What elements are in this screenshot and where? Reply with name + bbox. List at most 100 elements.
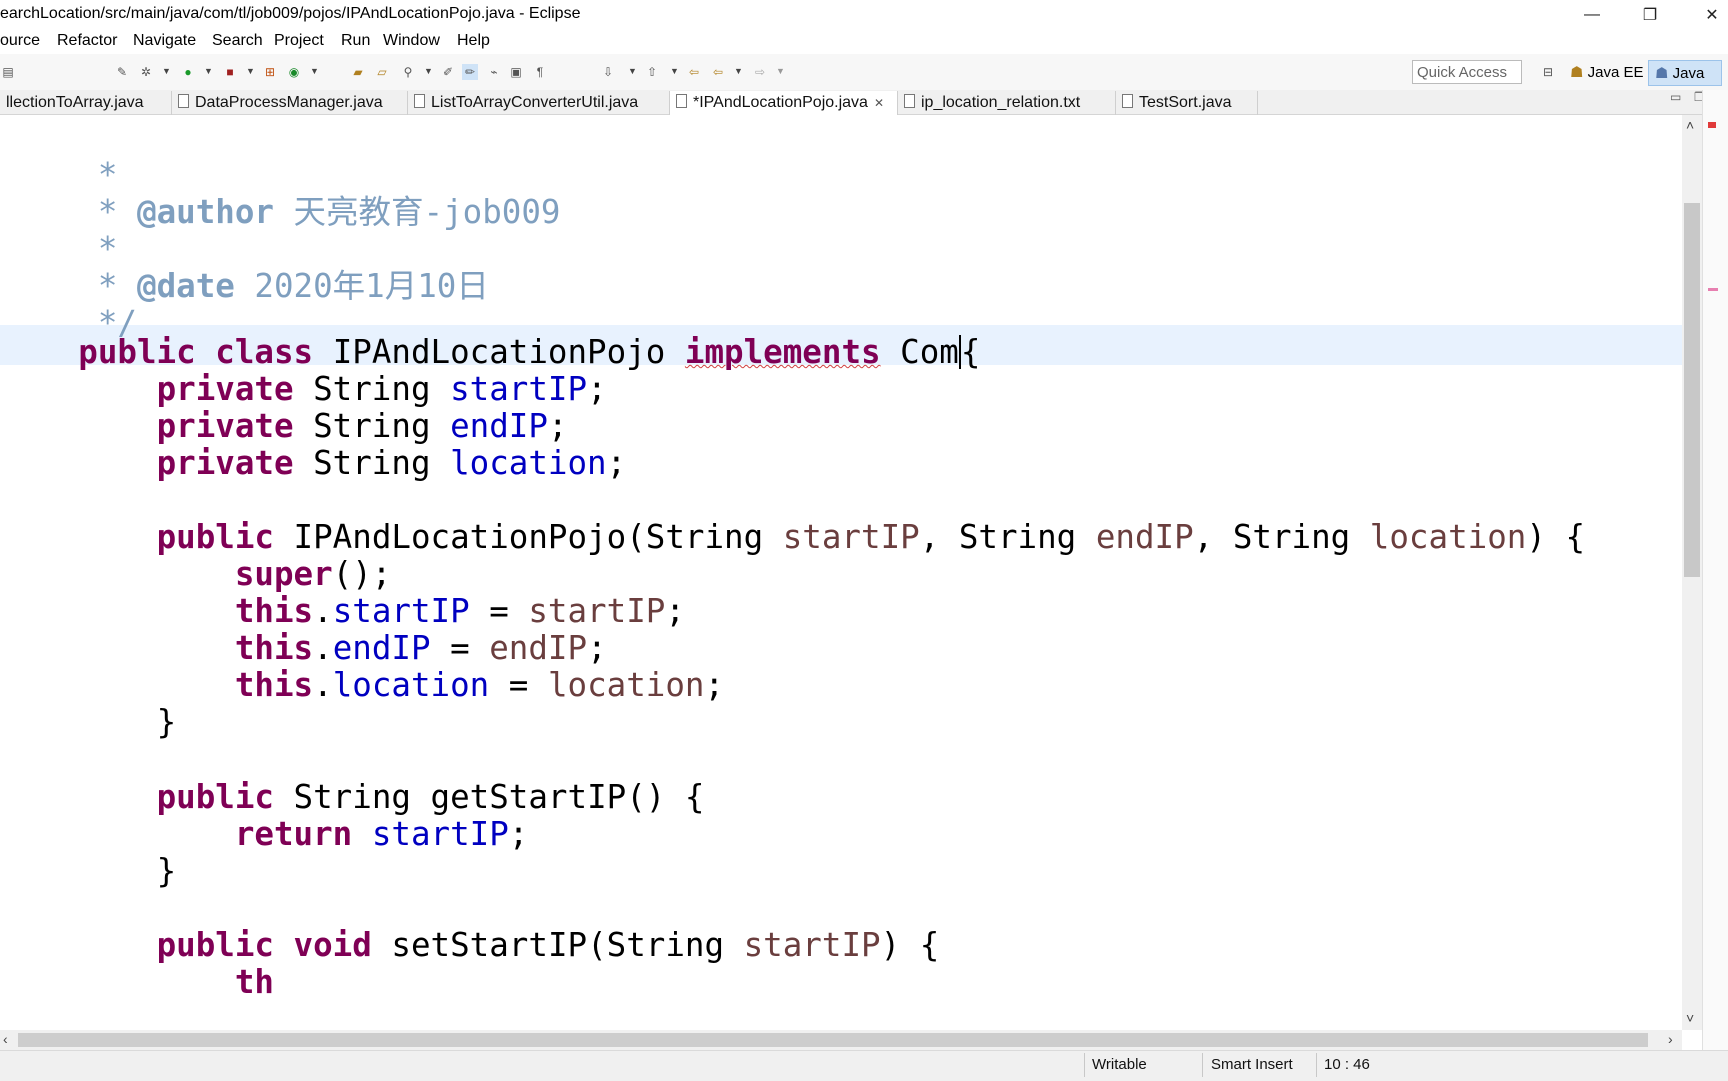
pilcrow-icon[interactable]: ¶ [532, 64, 548, 80]
debug-dropdown-icon[interactable]: ▼ [162, 66, 171, 76]
scroll-down-icon[interactable]: ˅ [1686, 1010, 1694, 1026]
last-edit-location-icon[interactable]: ⇦ [686, 64, 702, 80]
tab-label: *IPAndLocationPojo.java [693, 94, 868, 111]
open-perspective-icon[interactable]: ⊟ [1540, 64, 1556, 80]
code-line-1: * [97, 156, 118, 194]
scroll-up-icon[interactable]: ˄ [1686, 117, 1694, 133]
tab-label: DataProcessManager.java [195, 94, 383, 111]
status-bar [0, 1050, 1728, 1081]
title-bar: earchLocation/src/main/java/com/tl/job00… [0, 0, 1728, 28]
occurrence-marker-icon[interactable] [1708, 288, 1718, 291]
minimize-editor-icon[interactable]: ▭ [1670, 90, 1681, 104]
perspective-java-label: Java [1672, 65, 1705, 82]
debug-icon[interactable]: ✲ [138, 64, 154, 80]
code-line-19: return startIP; [234, 815, 529, 853]
code-editor[interactable]: * * @author 天亮教育-job009 * * @date 2020年1… [0, 115, 1682, 1030]
code-line-15: this.location = location; [234, 666, 725, 704]
toggle-highlight-icon[interactable]: ✏ [462, 64, 478, 80]
run-icon[interactable]: ● [180, 64, 196, 80]
quick-access-input[interactable]: Quick Access [1412, 60, 1522, 84]
toggle-mark-occurrences-icon[interactable]: ✐ [440, 64, 456, 80]
tab-label: TestSort.java [1139, 94, 1232, 111]
forward-dropdown-icon[interactable]: ▼ [776, 66, 785, 76]
code-line-16: } [156, 703, 177, 741]
new-class-dropdown-icon[interactable]: ▼ [310, 66, 319, 76]
status-separator [1084, 1053, 1085, 1077]
code-line-20: } [156, 852, 177, 890]
perspective-java-ee[interactable]: ☗ Java EE [1564, 60, 1650, 86]
save-icon[interactable]: ▤ [0, 64, 16, 80]
search-icon[interactable]: ⚲ [400, 64, 416, 80]
tab-list-to-array-converter-util[interactable]: ListToArrayConverterUtil.java [408, 91, 670, 115]
code-line-6: public class IPAndLocationPojo implement… [78, 333, 981, 371]
show-whitespace-icon[interactable]: ▣ [508, 64, 524, 80]
status-insert-mode: Smart Insert [1211, 1056, 1293, 1073]
java-icon: ☗ [1655, 65, 1673, 82]
code-line-13: this.startIP = startIP; [234, 592, 685, 630]
restore-icon[interactable]: ❐ [1622, 0, 1678, 30]
java-file-icon [1122, 94, 1133, 108]
next-annotation-dropdown-icon[interactable]: ▼ [628, 66, 637, 76]
skip-breakpoints-icon[interactable]: ✎ [114, 64, 130, 80]
tab-test-sort[interactable]: TestSort.java [1116, 91, 1258, 115]
code-line-3: * [97, 230, 118, 268]
previous-annotation-icon[interactable]: ⇧ [644, 64, 660, 80]
window-title: earchLocation/src/main/java/com/tl/job00… [0, 5, 581, 22]
menu-bar: ource Refactor Navigate Search Project R… [0, 30, 1728, 54]
menu-window[interactable]: Window [383, 32, 440, 50]
next-annotation-icon[interactable]: ⇩ [600, 64, 616, 80]
perspective-java-ee-label: Java EE [1587, 64, 1644, 81]
back-dropdown-icon[interactable]: ▼ [734, 66, 743, 76]
menu-source[interactable]: ource [0, 32, 40, 50]
error-marker-icon[interactable] [1708, 122, 1716, 128]
minimize-icon[interactable]: — [1564, 0, 1620, 30]
code-line-4: * @date 2020年1月10日 [97, 267, 489, 305]
java-file-icon [414, 94, 425, 108]
java-file-icon [676, 94, 687, 108]
forward-icon[interactable]: ⇨ [752, 64, 768, 80]
tab-close-icon[interactable]: ✕ [874, 96, 884, 110]
external-tools-dropdown-icon[interactable]: ▼ [246, 66, 255, 76]
menu-help[interactable]: Help [457, 32, 490, 50]
status-separator [1202, 1053, 1203, 1077]
new-class-icon[interactable]: ◉ [286, 64, 302, 80]
run-dropdown-icon[interactable]: ▼ [204, 66, 213, 76]
open-type-icon[interactable]: ▰ [350, 64, 366, 80]
code-line-18: public String getStartIP() { [156, 778, 705, 816]
code-line-8: private String endIP; [156, 407, 568, 445]
menu-search[interactable]: Search [212, 32, 263, 50]
tab-label: llectionToArray.java [6, 94, 144, 111]
horizontal-scroll-thumb[interactable] [18, 1033, 1648, 1047]
code-line-22: public void setStartIP(String startIP) { [156, 926, 940, 964]
search-dropdown-icon[interactable]: ▼ [424, 66, 433, 76]
open-resource-icon[interactable]: ▱ [374, 64, 390, 80]
toggle-block-selection-icon[interactable]: ⌁ [486, 64, 502, 80]
tab-label: ListToArrayConverterUtil.java [431, 94, 639, 111]
vertical-scroll-thumb[interactable] [1684, 203, 1700, 577]
previous-annotation-dropdown-icon[interactable]: ▼ [670, 66, 679, 76]
tab-label: ip_location_relation.txt [921, 94, 1081, 111]
status-cursor-position: 10 : 46 [1324, 1056, 1370, 1073]
code-line-23: th [234, 963, 274, 1001]
menu-run[interactable]: Run [341, 32, 370, 50]
scroll-right-icon[interactable]: › [1668, 1031, 1673, 1047]
overview-ruler[interactable] [1702, 90, 1728, 1050]
java-file-icon [178, 94, 189, 108]
back-icon[interactable]: ⇦ [710, 64, 726, 80]
tab-ip-and-location-pojo[interactable]: *IPAndLocationPojo.java ✕ [670, 91, 898, 115]
perspective-java[interactable]: ☗ Java [1648, 60, 1722, 86]
java-ee-icon: ☗ [1570, 64, 1588, 81]
new-package-icon[interactable]: ⊞ [262, 64, 278, 80]
menu-navigate[interactable]: Navigate [133, 32, 196, 50]
close-icon[interactable]: ✕ [1684, 0, 1728, 30]
tab-data-process-manager[interactable]: DataProcessManager.java [172, 91, 408, 115]
tab-collection-to-array[interactable]: llectionToArray.java [0, 91, 172, 115]
menu-refactor[interactable]: Refactor [57, 32, 117, 50]
scroll-left-icon[interactable]: ‹ [3, 1031, 8, 1047]
code-line-12: super(); [234, 555, 392, 593]
menu-project[interactable]: Project [274, 32, 324, 50]
code-line-7: private String startIP; [156, 370, 607, 408]
external-tools-icon[interactable]: ■ [222, 64, 238, 80]
tab-ip-location-relation[interactable]: ip_location_relation.txt [898, 91, 1116, 115]
code-line-14: this.endIP = endIP; [234, 629, 607, 667]
